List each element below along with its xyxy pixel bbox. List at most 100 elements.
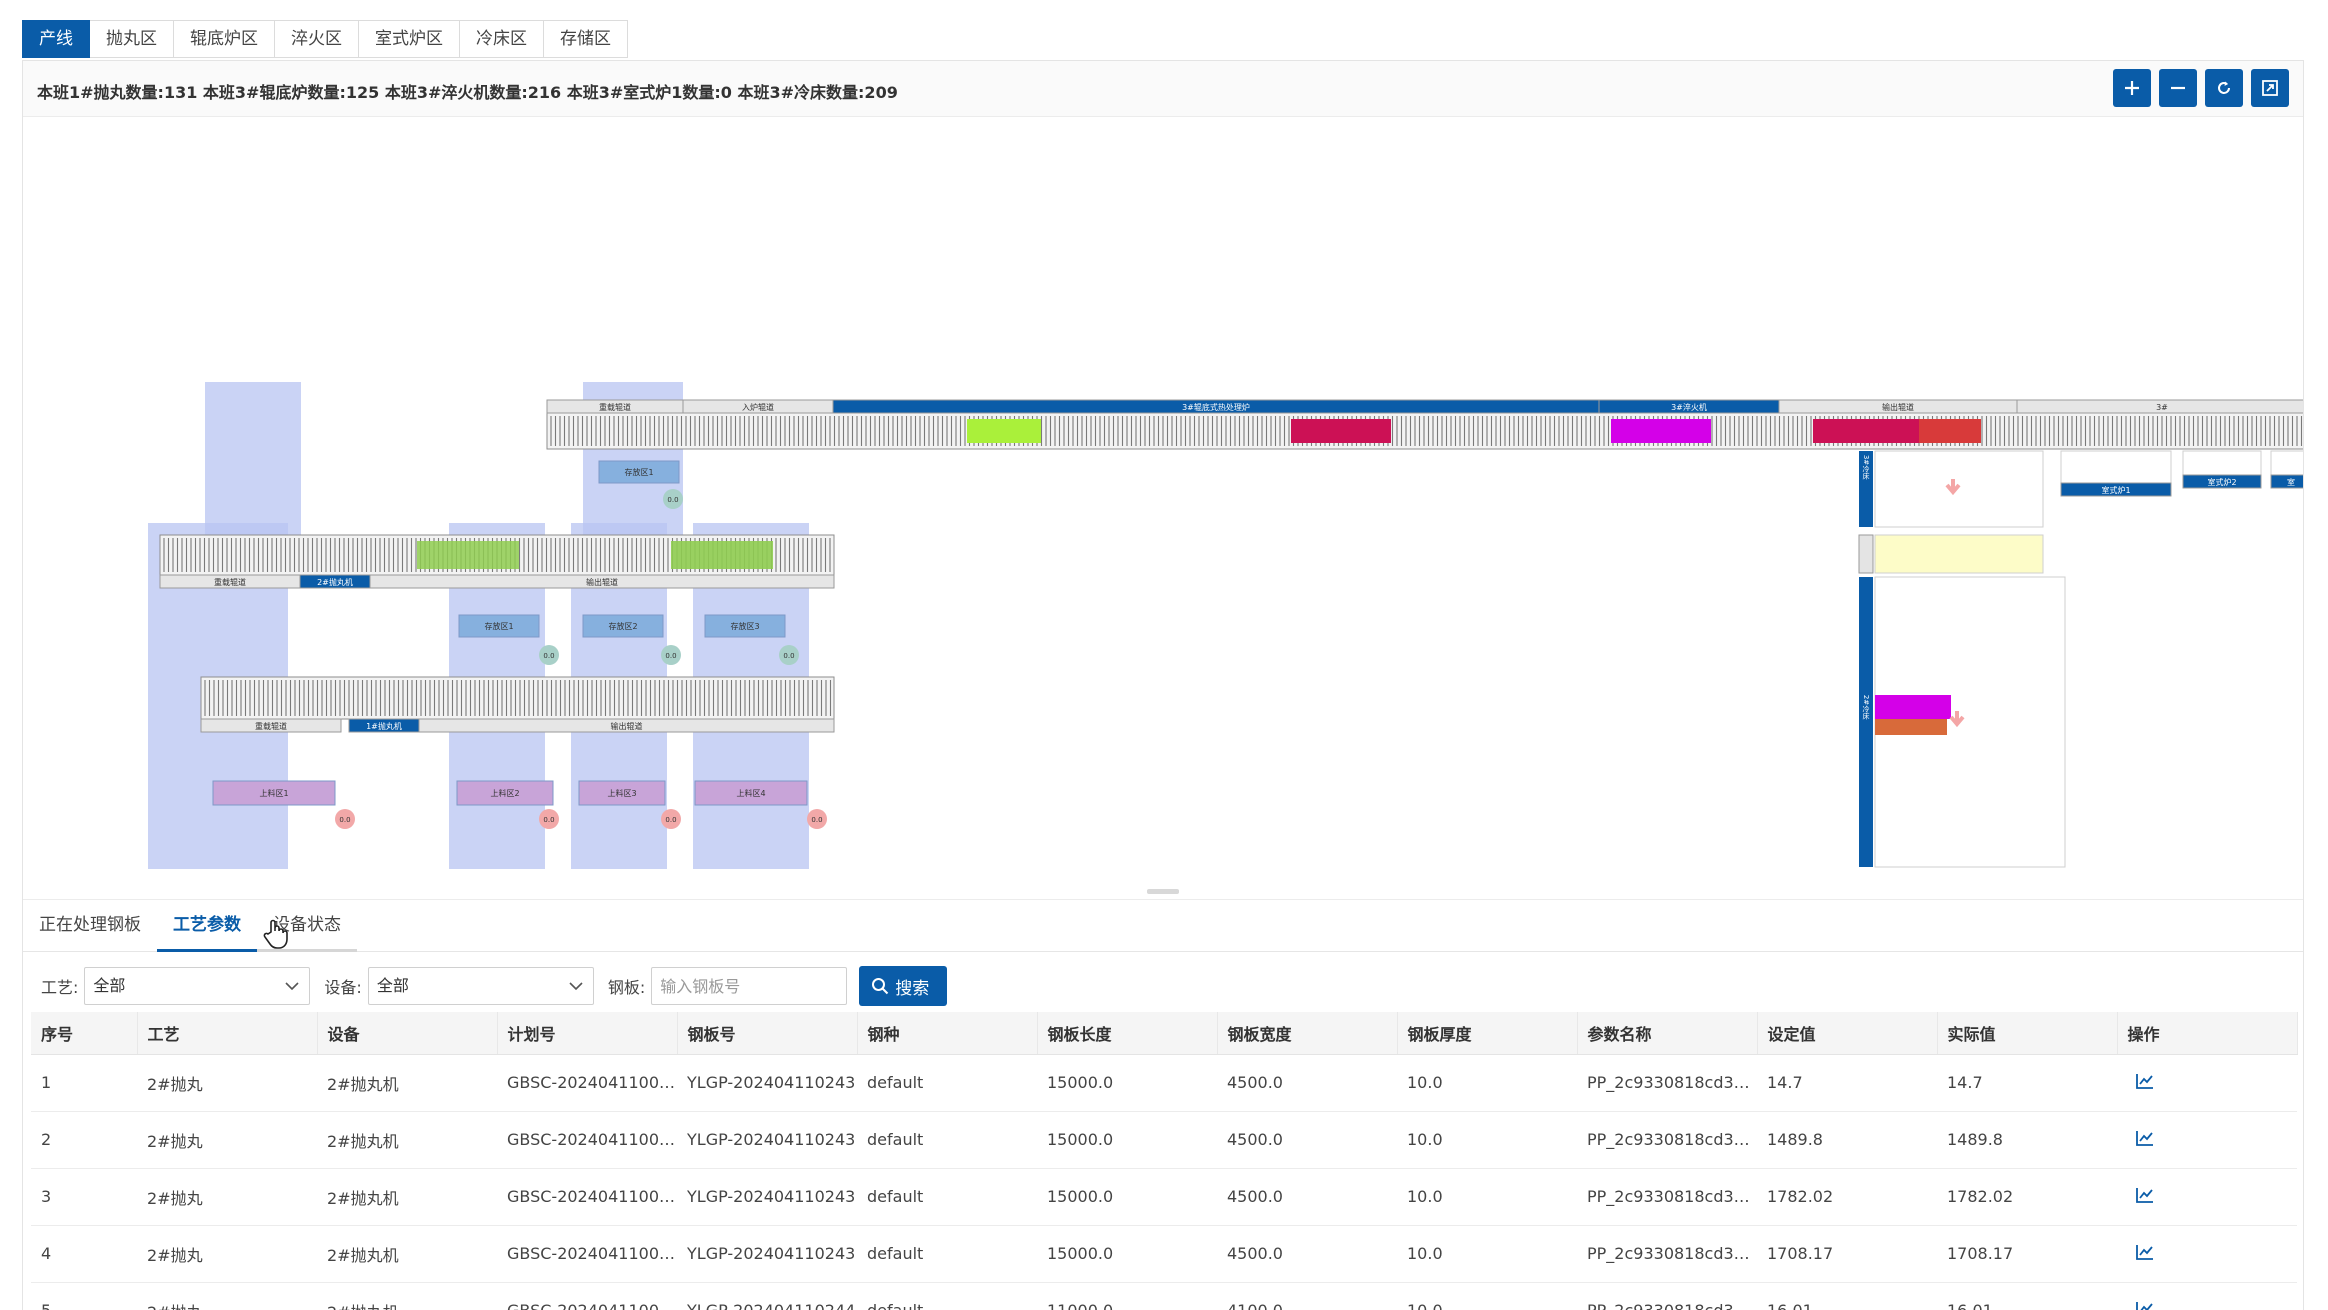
cell-device: 2#抛丸机 bbox=[317, 1168, 497, 1226]
storage-area-mid-3-label: 存放区3 bbox=[730, 621, 759, 631]
cell-plan-no: GBSC-202404110023 bbox=[497, 1225, 677, 1283]
top-heavy-roller-label-label: 重载辊道 bbox=[599, 402, 631, 412]
steel-plate-mid-1[interactable] bbox=[417, 541, 519, 569]
cell-actual-value: 1782.02 bbox=[1937, 1168, 2117, 1226]
tab-process-params[interactable]: 工艺参数 bbox=[157, 900, 257, 952]
steel-plate-top-5[interactable] bbox=[1919, 419, 1981, 443]
line-chart-icon[interactable] bbox=[2135, 1300, 2155, 1310]
bottom-panel: 正在处理钢板 工艺参数 设备状态 工艺: 全部 设备: 全部 钢板: 搜索 bbox=[23, 899, 2303, 1310]
line-chart-icon[interactable] bbox=[2135, 1186, 2155, 1204]
col-header-operation[interactable]: 操作 bbox=[2117, 1012, 2298, 1055]
table-row[interactable]: 52#抛丸2#抛丸机GBSC-202404110023YLGP-20240411… bbox=[31, 1282, 2297, 1310]
cell-set-value: 1782.02 bbox=[1757, 1168, 1937, 1226]
cooling-bed-2-bar[interactable] bbox=[1859, 577, 1873, 867]
cell-operation bbox=[2117, 1168, 2297, 1226]
col-header-steel-grade[interactable]: 钢种 bbox=[857, 1012, 1038, 1055]
top-line-end-label-label: 3# bbox=[2156, 403, 2168, 412]
cell-plan-no: GBSC-202404110023 bbox=[497, 1111, 677, 1169]
cell-process: 2#抛丸 bbox=[137, 1111, 317, 1169]
zoom-out-button[interactable] bbox=[2159, 69, 2197, 107]
table-row[interactable]: 3 2#抛丸 2#抛丸机 GBSC-202404110023 YLGP-20240411… bbox=[31, 1168, 2297, 1226]
low-roller-line bbox=[200, 676, 835, 720]
col-header-actual-value[interactable]: 实际值 bbox=[1937, 1012, 2118, 1055]
cell-plan-no: GBSC-202404110023 bbox=[497, 1054, 677, 1112]
line-chart-icon[interactable] bbox=[2135, 1129, 2155, 1147]
fullscreen-button[interactable] bbox=[2251, 69, 2289, 107]
device-select-value: 全部 bbox=[376, 976, 409, 995]
shift-stats-bar: 本班1#抛丸数量:131 本班3#辊底炉数量:125 本班3#淬火机数量:216… bbox=[23, 61, 2303, 117]
cell-thickness: 10.0 bbox=[1397, 1225, 1577, 1283]
table-header-row: 序号 工艺 设备 计划号 钢板号 钢种 钢板长度 钢板宽度 钢板厚度 参数名称 … bbox=[31, 1012, 2298, 1055]
table-row[interactable]: 2 2#抛丸 2#抛丸机 GBSC-202404110023 YLGP-20240411… bbox=[31, 1111, 2297, 1169]
storage-area-mid-2-label: 存放区2 bbox=[608, 621, 637, 631]
cell-thickness: 10.0 bbox=[1397, 1111, 1577, 1169]
steel-plate-top-4[interactable] bbox=[1813, 419, 1919, 443]
col-header-process[interactable]: 工艺 bbox=[137, 1012, 318, 1055]
line-chart-icon[interactable] bbox=[2135, 1072, 2155, 1090]
cell-set-value: 1489.8 bbox=[1757, 1111, 1937, 1169]
steel-plate-cooling-2[interactable] bbox=[1875, 719, 1947, 735]
cell-index: 3 bbox=[31, 1168, 137, 1226]
col-header-width[interactable]: 钢板宽度 bbox=[1217, 1012, 1398, 1055]
cell-thickness: 10.0 bbox=[1397, 1054, 1577, 1112]
tab-shot-blasting[interactable]: 抛丸区 bbox=[90, 20, 174, 58]
steel-plate-cooling-1[interactable] bbox=[1875, 695, 1951, 719]
chamber-furnace-3-label-label: 室 bbox=[2287, 477, 2295, 487]
process-select[interactable]: 全部 bbox=[84, 967, 311, 1005]
col-header-length[interactable]: 钢板长度 bbox=[1037, 1012, 1218, 1055]
col-header-plate-no[interactable]: 钢板号 bbox=[677, 1012, 858, 1055]
reset-view-button[interactable] bbox=[2205, 69, 2243, 107]
steel-plate-top-1[interactable] bbox=[967, 419, 1041, 443]
tab-cooling-bed[interactable]: 冷床区 bbox=[460, 20, 544, 58]
plate-filter-label: 钢板: bbox=[607, 978, 646, 997]
tab-production-line[interactable]: 产线 bbox=[22, 20, 90, 58]
low-heavy-roller-label-label: 重载辊道 bbox=[255, 721, 287, 731]
cell-width: 4500.0 bbox=[1217, 1225, 1397, 1283]
tab-storage[interactable]: 存储区 bbox=[544, 20, 628, 58]
col-header-plan-no[interactable]: 计划号 bbox=[497, 1012, 678, 1055]
cooling-bed-3-area bbox=[1874, 450, 2044, 528]
cell-thickness: 10.0 bbox=[1397, 1168, 1577, 1226]
col-header-index[interactable]: 序号 bbox=[31, 1012, 138, 1055]
bottom-tabs: 正在处理钢板 工艺参数 设备状态 bbox=[23, 900, 2303, 952]
device-filter-label: 设备: bbox=[324, 978, 362, 997]
loading-area-2-label: 上料区2 bbox=[490, 788, 519, 798]
col-header-set-value[interactable]: 设定值 bbox=[1757, 1012, 1938, 1055]
mid-output-roller-label-label: 输出辊道 bbox=[586, 577, 618, 587]
zoom-in-button[interactable] bbox=[2113, 69, 2151, 107]
table-row[interactable]: 1 2#抛丸 2#抛丸机 GBSC-202404110023 YLGP-20240411… bbox=[31, 1054, 2297, 1112]
process-select-value: 全部 bbox=[93, 976, 126, 995]
search-button[interactable]: 搜索 bbox=[859, 966, 948, 1006]
plus-icon bbox=[2125, 81, 2139, 95]
line-chart-icon[interactable] bbox=[2135, 1243, 2155, 1261]
cell-param-name: PP_2c9330818cd35... bbox=[1577, 1282, 1757, 1310]
table-row[interactable]: 4 2#抛丸 2#抛丸机 GBSC-202404110023 YLGP-20240411… bbox=[31, 1225, 2297, 1283]
cell-operation bbox=[2117, 1054, 2297, 1112]
process-filter-label: 工艺: bbox=[41, 978, 79, 997]
device-select[interactable]: 全部 bbox=[367, 967, 594, 1005]
col-header-param-name[interactable]: 参数名称 bbox=[1577, 1012, 1758, 1055]
tab-quenching[interactable]: 淬火区 bbox=[275, 20, 359, 58]
quenching-machine-label-label: 3#淬火机 bbox=[1671, 402, 1707, 412]
chamber-furnace-2-label-label: 室式炉2 bbox=[2207, 477, 2236, 487]
cell-device: 2#抛丸机 bbox=[317, 1111, 497, 1169]
tab-chamber-furnace[interactable]: 室式炉区 bbox=[359, 20, 460, 58]
steel-plate-top-3[interactable] bbox=[1611, 419, 1711, 443]
chamber-furnace-3-area bbox=[2270, 450, 2303, 476]
cell-plan-no: GBSC-202404110023 bbox=[497, 1282, 677, 1310]
plate-number-input[interactable] bbox=[651, 967, 848, 1005]
tab-roller-hearth-furnace[interactable]: 辊底炉区 bbox=[174, 20, 275, 58]
cell-width: 4100.0 bbox=[1217, 1282, 1397, 1310]
col-header-thickness[interactable]: 钢板厚度 bbox=[1397, 1012, 1578, 1055]
col-header-device[interactable]: 设备 bbox=[317, 1012, 498, 1055]
shift-stats-text: 本班1#抛丸数量:131 本班3#辊底炉数量:125 本班3#淬火机数量:216… bbox=[37, 83, 898, 102]
cell-width: 4500.0 bbox=[1217, 1054, 1397, 1112]
steel-plate-mid-2[interactable] bbox=[671, 541, 773, 569]
steel-plate-top-2[interactable] bbox=[1291, 419, 1391, 443]
loading-area-4-label: 上料区4 bbox=[736, 788, 765, 798]
panel-splitter-handle[interactable] bbox=[1147, 889, 1179, 894]
area-tabs: 产线 抛丸区 辊底炉区 淬火区 室式炉区 冷床区 存储区 bbox=[22, 20, 628, 58]
diagram-svg: 重载辊道 入炉辊道 3#辊底式热处理炉 3#淬火机 输出辊道 3#存放区10.0重载辊道 2… bbox=[148, 382, 2303, 869]
tab-processing-plates[interactable]: 正在处理钢板 bbox=[23, 900, 157, 952]
gauge-loading-4-value: 0.0 bbox=[811, 816, 822, 824]
